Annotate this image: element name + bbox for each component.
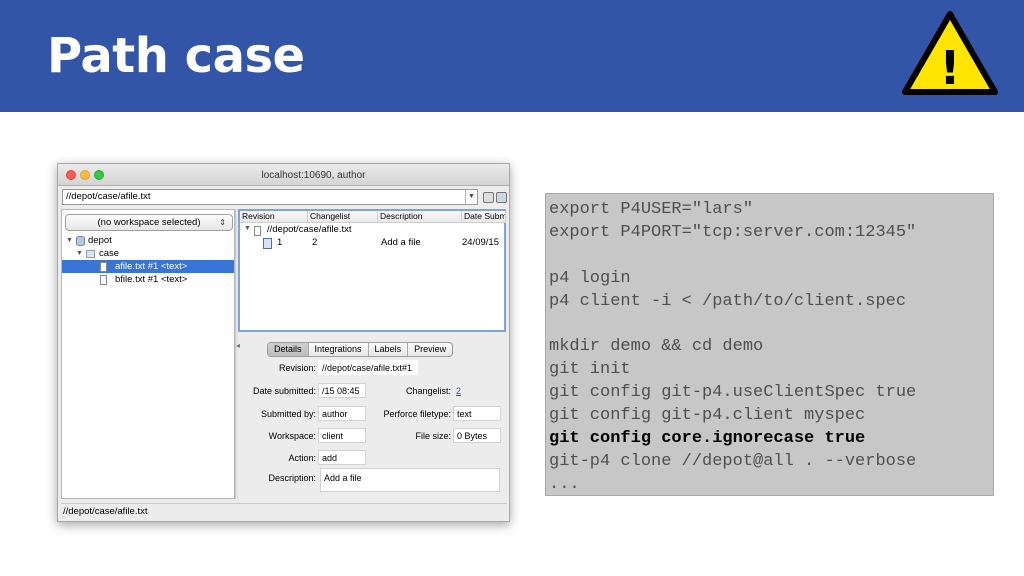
code-line: p4 client -i < /path/to/client.spec: [549, 291, 907, 311]
code-line: p4 login: [549, 268, 631, 288]
column-header-date[interactable]: Date Submitt: [462, 211, 506, 223]
revision-history-list: Revision Changelist Description Date Sub…: [238, 209, 506, 332]
action-label: Action:: [288, 453, 316, 463]
action-value: add: [318, 450, 366, 465]
tab-labels[interactable]: Labels: [369, 343, 409, 356]
changelist-label: Changelist:: [405, 386, 451, 396]
status-path: //depot/case/afile.txt: [63, 506, 148, 517]
path-field-value: //depot/case/afile.txt: [66, 191, 151, 202]
tab-integrations[interactable]: Integrations: [309, 343, 369, 356]
changelist-link[interactable]: 2: [456, 386, 461, 396]
disclosure-open-icon[interactable]: ▼: [76, 247, 83, 260]
chevron-down-icon[interactable]: ▼: [465, 190, 477, 204]
window-title: localhost:10690, author: [261, 170, 366, 181]
workspace-select-value: (no workspace selected): [97, 217, 201, 228]
history-file-path: //depot/case/afile.txt: [267, 224, 352, 235]
tree-item-bfile[interactable]: bfile.txt #1 <text>: [62, 273, 234, 286]
disclosure-open-icon[interactable]: ▼: [244, 225, 251, 232]
tree-item-afile[interactable]: afile.txt #1 <text>: [62, 260, 234, 273]
code-line: mkdir demo && cd demo: [549, 337, 764, 357]
submitted-by-value: author: [318, 406, 366, 421]
details-tabs: Details Integrations Labels Preview: [267, 342, 454, 357]
chevron-updown-icon: ⇕: [219, 218, 226, 227]
revision-label: Revision:: [278, 363, 316, 373]
slide-header: Path case !: [0, 0, 1024, 112]
tab-preview[interactable]: Preview: [408, 343, 452, 356]
window-titlebar[interactable]: localhost:10690, author: [58, 164, 509, 186]
folder-icon: [86, 250, 95, 258]
column-header-changelist[interactable]: Changelist: [308, 211, 378, 223]
code-line: export P4USER="lars": [549, 200, 754, 219]
submitted-by-label: Submitted by:: [260, 409, 316, 419]
file-size-label: File size:: [415, 431, 451, 441]
code-line: ...: [549, 474, 580, 494]
history-row-description[interactable]: Add a file: [381, 237, 421, 248]
file-icon: [254, 226, 261, 236]
tree-item-label: afile.txt #1 <text>: [115, 261, 188, 272]
revision-value: //depot/case/afile.txt#1: [318, 360, 418, 375]
date-submitted-value: /15 08:45: [318, 383, 366, 398]
code-line-highlighted: git config core.ignorecase true: [549, 428, 866, 448]
warning-symbol: !: [940, 41, 961, 95]
code-line: git config git-p4.client myspec: [549, 406, 866, 426]
workspace-select[interactable]: (no workspace selected) ⇕: [65, 214, 233, 231]
revision-add-icon: [263, 238, 272, 249]
warning-triangle-icon: !: [902, 11, 998, 95]
column-header-description[interactable]: Description: [378, 211, 462, 223]
description-value: Add a file: [320, 468, 500, 492]
tree-item-label: depot: [88, 235, 112, 246]
code-line: git init: [549, 360, 631, 380]
workspace-label: Workspace:: [268, 431, 316, 441]
code-line: git-p4 clone //depot@all . --verbose: [549, 451, 917, 471]
tree-item-case[interactable]: ▼ case: [62, 247, 234, 260]
filetype-label: Perforce filetype:: [383, 409, 451, 419]
description-label: Description:: [268, 473, 316, 483]
column-header-revision[interactable]: Revision: [240, 211, 308, 223]
status-bar: //depot/case/afile.txt: [61, 503, 507, 519]
tree-item-label: case: [99, 248, 120, 259]
file-icon: [100, 262, 107, 272]
tree-view-icon[interactable]: [496, 192, 507, 203]
tab-details[interactable]: Details: [268, 343, 309, 356]
depot-tree-panel: (no workspace selected) ⇕ ▼ depot ▼ case…: [61, 209, 235, 499]
file-icon: [100, 275, 107, 285]
code-line: git config git-p4.useClientSpec true: [549, 383, 917, 403]
bookmark-icon[interactable]: [483, 192, 494, 203]
code-block: export P4USER="lars" export P4PORT="tcp:…: [545, 193, 994, 496]
tree-item-label: bfile.txt #1 <text>: [115, 274, 188, 285]
file-size-value: 0 Bytes: [453, 428, 501, 443]
history-row-date[interactable]: 24/09/15: [462, 237, 499, 248]
disclosure-open-icon[interactable]: ▼: [66, 234, 73, 247]
filetype-value: text: [453, 406, 501, 421]
p4v-window: localhost:10690, author //depot/case/afi…: [57, 163, 510, 522]
path-field[interactable]: //depot/case/afile.txt ▼: [62, 189, 478, 205]
database-icon: [76, 236, 85, 246]
slide-title: Path case: [47, 28, 305, 84]
history-row-revision[interactable]: 1: [277, 237, 282, 248]
code-line: export P4PORT="tcp:server.com:12345": [549, 222, 917, 242]
collapse-icon[interactable]: ◂: [236, 341, 240, 350]
workspace-value: client: [318, 428, 366, 443]
tree-item-depot[interactable]: ▼ depot: [62, 234, 234, 247]
details-panel: ◂ Details Integrations Labels Preview Re…: [236, 334, 506, 499]
date-submitted-label: Date submitted:: [252, 386, 316, 396]
history-row-changelist[interactable]: 2: [312, 237, 317, 248]
